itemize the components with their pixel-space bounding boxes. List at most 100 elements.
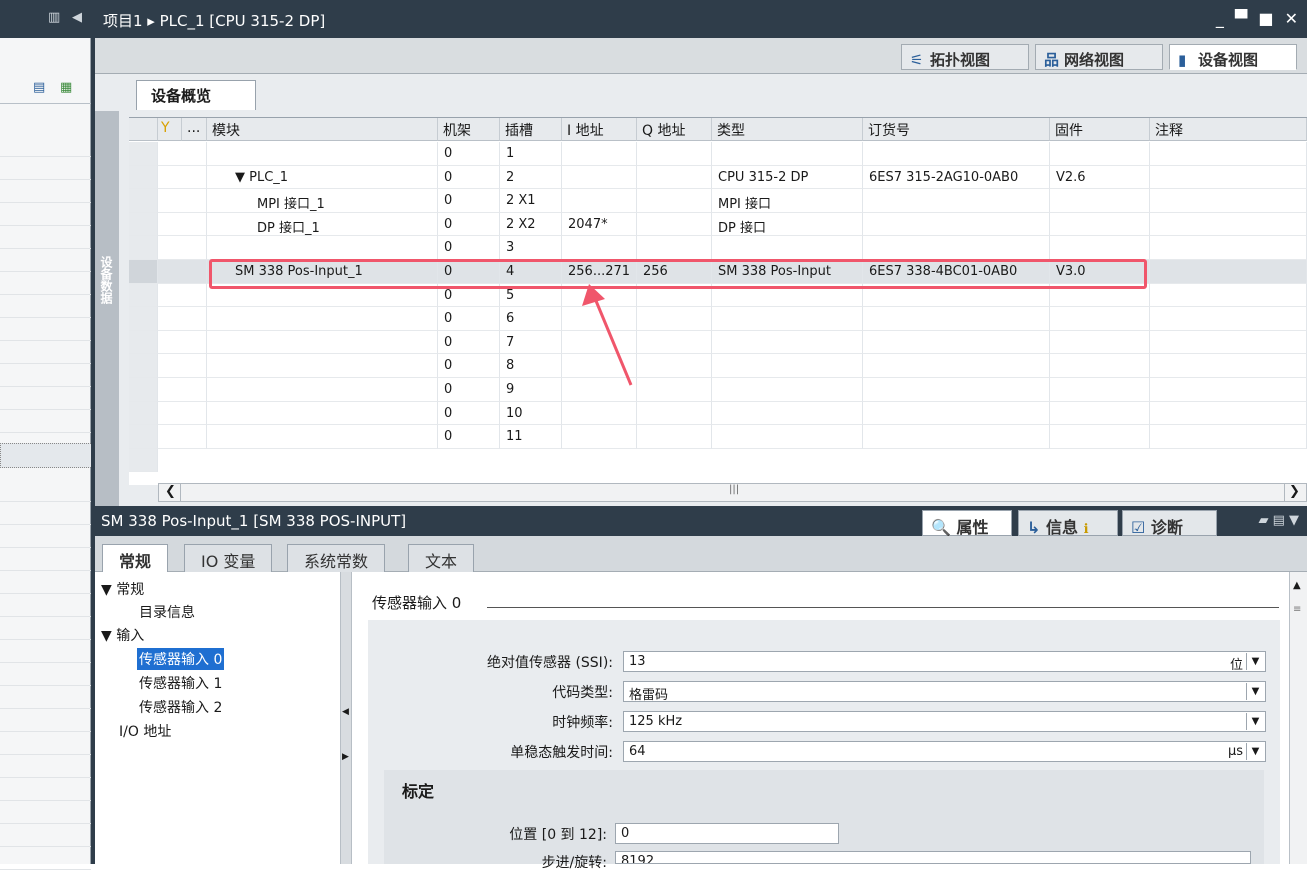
cell-type[interactable] [712,142,863,166]
cell-fw[interactable] [1050,330,1150,355]
cell-order[interactable] [863,354,1050,379]
cell-fw[interactable] [1050,378,1150,402]
cell-rack[interactable]: 0 [438,425,500,449]
cell-fw[interactable] [1050,401,1150,426]
cell-order[interactable] [863,283,1050,308]
row-header[interactable] [129,378,158,402]
header-order-number[interactable]: 订货号 [863,118,1050,141]
tab-topology-view[interactable]: ⚟ 拓扑视图 [901,44,1029,70]
cell-module[interactable] [207,283,438,308]
cell-slot[interactable]: 11 [500,425,562,449]
row-header[interactable] [129,448,158,473]
header-module[interactable]: 模块 [207,118,438,141]
cell-fw[interactable] [1050,307,1150,331]
cell-module[interactable] [207,330,438,355]
cell-order[interactable] [863,212,1050,237]
cell-module[interactable]: MPI 接口_1 [207,189,438,213]
cell-comment[interactable] [1150,142,1307,166]
panel-options-icon[interactable]: ▰ ▤ ▼ [1258,513,1299,528]
cell-i-addr[interactable] [562,165,637,190]
cell-q-addr[interactable] [637,189,712,213]
cell-rack[interactable]: 0 [438,283,500,308]
steps-select[interactable]: 8192 [615,851,1251,864]
cell-q-addr[interactable] [637,401,712,426]
header-i-address[interactable]: I 地址 [562,118,637,141]
tab-network-view[interactable]: 品网络视图 [1035,44,1163,70]
nav-sensor-input-0[interactable]: 传感器输入 0 [137,648,225,670]
cell-module[interactable] [207,142,438,166]
cell-rack[interactable]: 0 [438,165,500,190]
cell-comment[interactable] [1150,401,1307,426]
cell-order[interactable]: 6ES7 338-4BC01-0AB0 [863,260,1050,284]
cell-q-addr[interactable] [637,165,712,190]
header-type[interactable]: 类型 [712,118,863,141]
cell-module[interactable] [207,401,438,426]
cell-type[interactable] [712,378,863,402]
header-slot[interactable]: 插槽 [500,118,562,141]
cell-module[interactable] [207,425,438,449]
row-header[interactable] [129,142,158,166]
cell-module[interactable]: DP 接口_1 [207,212,438,237]
cell-comment[interactable] [1150,425,1307,449]
cell-type[interactable] [712,354,863,379]
cell-type[interactable] [712,425,863,449]
cell-type[interactable]: SM 338 Pos-Input [712,260,863,284]
nav-sensor-input-2[interactable]: 传感器输入 2 [137,696,224,718]
monoflop-time-select[interactable]: 64 μs ▼ [623,741,1266,762]
cell-order[interactable] [863,378,1050,402]
scroll-right-icon[interactable]: ❯ [1284,484,1304,501]
cell-order[interactable] [863,236,1050,261]
nav-input[interactable]: ▼ 输入 [99,624,146,646]
cell-comment[interactable] [1150,378,1307,402]
cell-rack[interactable]: 0 [438,236,500,261]
nav-splitter[interactable]: ◀ ▶ [341,572,352,864]
cell-slot[interactable]: 10 [500,401,562,426]
header-q-address[interactable]: Q 地址 [637,118,712,141]
cell-type[interactable] [712,401,863,426]
cell-rack[interactable]: 0 [438,142,500,166]
tab-system-constants[interactable]: 系统常数 [287,544,386,572]
tab-info[interactable]: ↳ 信息 ℹ [1018,510,1118,537]
cell-fw[interactable]: V2.6 [1050,165,1150,190]
cell-fw[interactable] [1050,354,1150,379]
cell-comment[interactable] [1150,236,1307,261]
tab-device-view[interactable]: ▮ 设备视图 [1169,44,1297,70]
tab-properties[interactable]: 🔍 属性 [922,510,1012,537]
cell-order[interactable] [863,307,1050,331]
cell-fw[interactable] [1050,189,1150,213]
vertical-scrollbar[interactable]: ▲ ≡ [1289,572,1307,864]
cell-slot[interactable]: 5 [500,283,562,308]
nav-catalog-info[interactable]: 目录信息 [137,601,197,623]
row-header[interactable] [129,212,158,237]
row-header[interactable] [129,165,158,190]
cell-i-addr[interactable] [562,189,637,213]
cell-fw[interactable] [1050,425,1150,449]
collapse-icon[interactable]: ▥ [48,10,60,25]
cell-rack[interactable]: 0 [438,378,500,402]
header-more[interactable]: ... [182,118,207,141]
cell-i-addr[interactable] [562,142,637,166]
row-header[interactable] [129,425,158,449]
cell-slot[interactable]: 2 X1 [500,189,562,213]
tab-diagnostics[interactable]: ☑ 诊断 [1122,510,1217,537]
cell-comment[interactable] [1150,330,1307,355]
row-header[interactable] [129,236,158,261]
chevron-down-icon[interactable]: ▼ [1246,713,1264,730]
scroll-thumb-icon[interactable]: ≡ [1293,604,1301,615]
row-header[interactable] [129,260,158,284]
cell-comment[interactable] [1150,189,1307,213]
row-header[interactable] [129,307,158,331]
tab-device-overview[interactable]: 设备概览 [136,80,256,110]
cell-order[interactable] [863,330,1050,355]
cell-rack[interactable]: 0 [438,212,500,237]
row-header[interactable] [129,189,158,213]
row-header[interactable] [129,330,158,355]
tab-io-tags[interactable]: IO 变量 [184,544,273,572]
cell-q-addr[interactable] [637,425,712,449]
chevron-down-icon[interactable]: ▼ [1246,653,1264,670]
cell-comment[interactable] [1150,307,1307,331]
cell-slot[interactable]: 8 [500,354,562,379]
cell-slot[interactable]: 7 [500,330,562,355]
cell-comment[interactable] [1150,354,1307,379]
cell-comment[interactable] [1150,260,1307,284]
